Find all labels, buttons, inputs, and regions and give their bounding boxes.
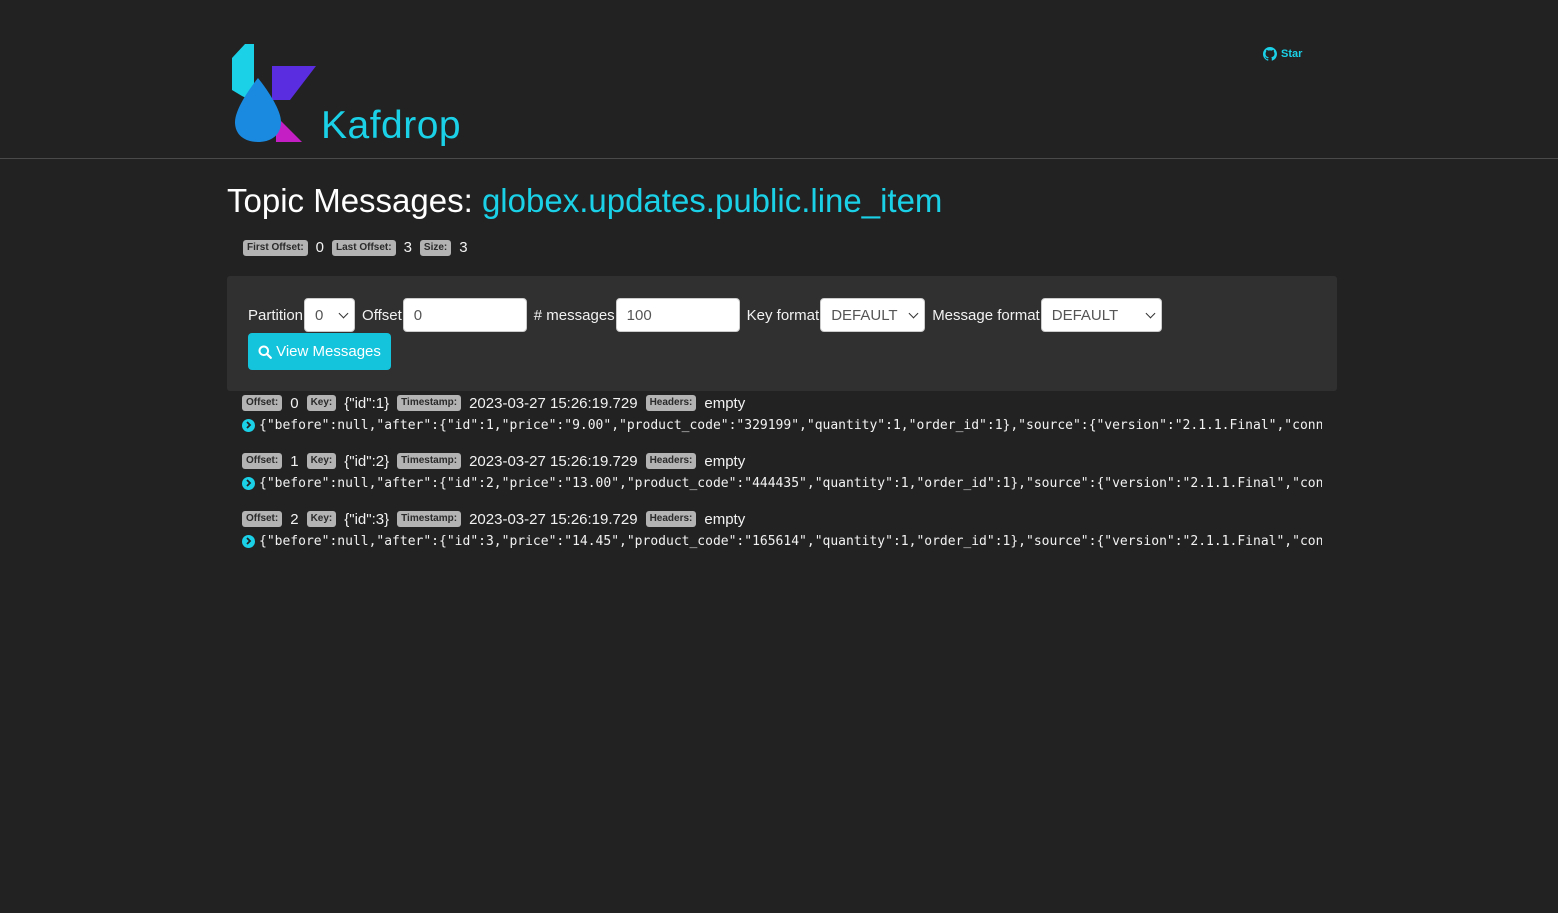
- message-format-label: Message format: [932, 306, 1040, 324]
- expand-chevron-icon[interactable]: [242, 418, 255, 432]
- message-timestamp: 2023-03-27 15:26:19.729: [469, 394, 638, 412]
- chevron-down-icon: [1145, 308, 1156, 319]
- key-format-value: DEFAULT: [831, 306, 898, 324]
- messages-count-value: 100: [626, 306, 652, 324]
- offset-badge: Offset:: [242, 511, 283, 527]
- message-value: {"before":null,"after":{"id":1,"price":"…: [259, 417, 1322, 433]
- page-title-prefix: Topic Messages:: [227, 182, 473, 219]
- headers-badge: Headers:: [645, 395, 697, 411]
- first-offset-badge: First Offset:: [243, 239, 308, 256]
- key-badge: Key:: [306, 395, 337, 411]
- message-offset: 1: [290, 452, 299, 470]
- offset-label: Offset: [362, 306, 402, 324]
- message-key: {"id":2}: [344, 452, 390, 470]
- expand-chevron-icon[interactable]: [242, 534, 255, 548]
- search-icon: [258, 345, 273, 359]
- last-offset-value: 3: [403, 239, 412, 256]
- partition-select[interactable]: 0: [304, 298, 356, 332]
- message-key: {"id":3}: [344, 510, 390, 528]
- message-item: Offset: 2 Key: {"id":3} Timestamp: 2023-…: [242, 510, 1322, 550]
- github-star-button[interactable]: Star: [1263, 47, 1302, 61]
- partition-label: Partition: [248, 306, 304, 324]
- github-icon: [1263, 47, 1277, 61]
- message-headers: empty: [704, 394, 746, 412]
- topic-stats: First Offset: 0 Last Offset: 3 Size: 3: [243, 239, 476, 256]
- message-format-value: DEFAULT: [1051, 306, 1119, 324]
- message-headers: empty: [704, 510, 746, 528]
- first-offset-value: 0: [315, 239, 325, 256]
- key-badge: Key:: [306, 511, 337, 527]
- message-timestamp: 2023-03-27 15:26:19.729: [469, 510, 638, 528]
- offset-badge: Offset:: [242, 453, 283, 469]
- star-label: Star: [1281, 48, 1303, 60]
- messages-count-label: # messages: [533, 306, 615, 324]
- size-value: 3: [459, 239, 468, 256]
- offset-input[interactable]: 0: [402, 298, 527, 332]
- key-format-label: Key format: [746, 306, 820, 324]
- brand-title[interactable]: Kafdrop: [321, 104, 461, 148]
- filter-controls: Partition 0 Offset 0 # messages 100 Key …: [248, 298, 1162, 332]
- kafdrop-logo[interactable]: [232, 44, 322, 144]
- topic-name: globex.updates.public.line_item: [481, 182, 943, 219]
- message-item: Offset: 1 Key: {"id":2} Timestamp: 2023-…: [242, 452, 1322, 492]
- timestamp-badge: Timestamp:: [397, 395, 462, 411]
- expand-chevron-icon[interactable]: [242, 476, 255, 490]
- chevron-down-icon: [338, 308, 349, 319]
- page-title: Topic Messages: globex.updates.public.li…: [227, 182, 942, 220]
- messages-count-input[interactable]: 100: [615, 298, 740, 332]
- message-offset: 2: [290, 510, 299, 528]
- partition-select-value: 0: [315, 306, 324, 324]
- message-filter-panel: Partition 0 Offset 0 # messages 100 Key …: [227, 276, 1337, 391]
- offset-input-value: 0: [413, 306, 423, 324]
- header: Kafdrop Star: [0, 0, 1558, 159]
- timestamp-badge: Timestamp:: [397, 511, 462, 527]
- message-item: Offset: 0 Key: {"id":1} Timestamp: 2023-…: [242, 394, 1322, 434]
- message-timestamp: 2023-03-27 15:26:19.729: [469, 452, 638, 470]
- message-format-select[interactable]: DEFAULT: [1040, 298, 1162, 332]
- chevron-down-icon: [908, 308, 919, 319]
- view-messages-button[interactable]: View Messages: [248, 333, 391, 370]
- message-value: {"before":null,"after":{"id":2,"price":"…: [259, 475, 1322, 491]
- last-offset-badge: Last Offset:: [332, 239, 396, 256]
- key-format-select[interactable]: DEFAULT: [820, 298, 926, 332]
- view-messages-label: View Messages: [276, 343, 381, 360]
- message-headers: empty: [704, 452, 746, 470]
- offset-badge: Offset:: [242, 395, 283, 411]
- message-key: {"id":1}: [344, 394, 390, 412]
- message-value: {"before":null,"after":{"id":3,"price":"…: [259, 533, 1322, 549]
- timestamp-badge: Timestamp:: [397, 453, 462, 469]
- headers-badge: Headers:: [645, 511, 697, 527]
- size-badge: Size:: [419, 239, 452, 256]
- headers-badge: Headers:: [645, 453, 697, 469]
- key-badge: Key:: [306, 453, 337, 469]
- message-offset: 0: [290, 394, 299, 412]
